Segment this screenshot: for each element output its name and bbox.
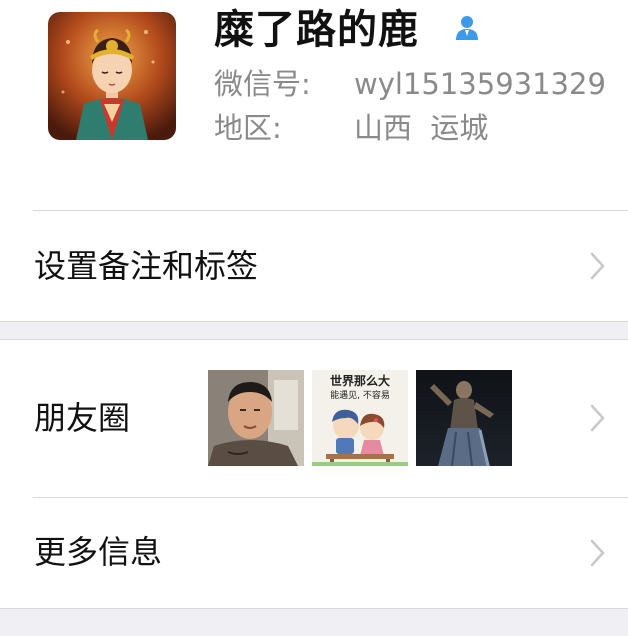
- moments-photo-3: [416, 370, 512, 466]
- section-gap: [0, 608, 628, 636]
- moments-photo-2: 世界那么大 能遇见, 不容易: [312, 370, 408, 466]
- chevron-right-icon: [590, 403, 606, 433]
- region-label: 地区:: [214, 111, 282, 145]
- more-info-label: 更多信息: [34, 533, 163, 571]
- more-info-cell[interactable]: 更多信息: [0, 498, 628, 608]
- chevron-right-icon: [590, 538, 606, 568]
- moments-label: 朋友圈: [34, 399, 131, 437]
- chevron-right-icon: [590, 251, 606, 281]
- section-gap: [0, 321, 628, 340]
- profile-header: 糜了路的鹿 微信号: wyl15135931329 地区: 山西 运城: [0, 0, 628, 211]
- person-icon: [452, 12, 482, 42]
- photo-caption-2: 能遇见, 不容易: [330, 391, 390, 401]
- moments-photo-1: [208, 370, 304, 466]
- photo-caption-1: 世界那么大: [329, 374, 390, 388]
- avatar[interactable]: [48, 12, 176, 140]
- remark-tags-cell[interactable]: 设置备注和标签: [0, 211, 628, 321]
- wechat-id-label: 微信号:: [214, 67, 311, 101]
- contact-name: 糜了路的鹿: [214, 7, 419, 53]
- remark-tags-label: 设置备注和标签: [34, 247, 259, 285]
- wechat-id-value: wyl15135931329: [354, 67, 606, 101]
- region-value: 山西 运城: [354, 111, 489, 145]
